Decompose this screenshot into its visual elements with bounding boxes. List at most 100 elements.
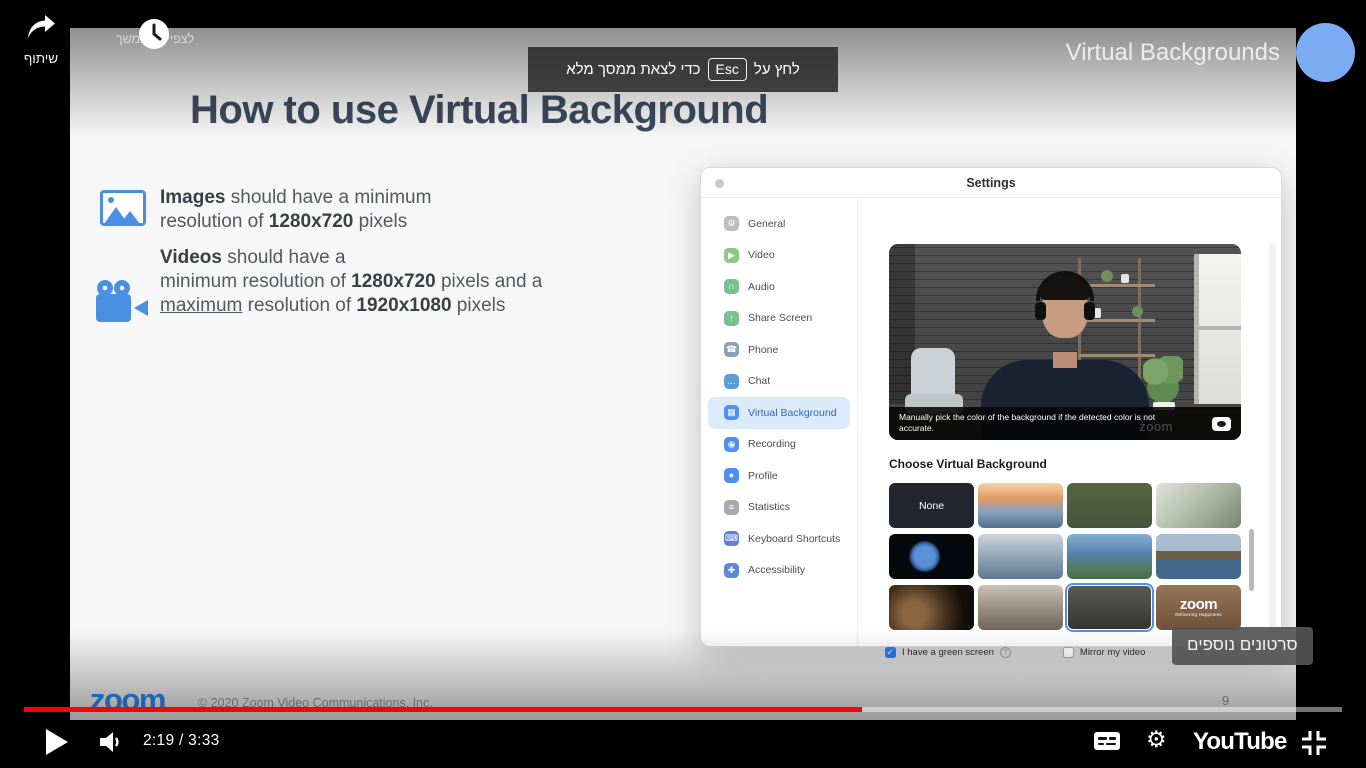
choose-virtual-background-heading: Choose Virtual Background (889, 457, 1047, 471)
share-screen-icon: ↑ (724, 311, 739, 326)
background-thumbnail-grid: None zoomDelivering Happiness (889, 483, 1241, 630)
gear-icon: ⚙ (724, 216, 739, 231)
youtube-logo[interactable]: YouTube (1193, 728, 1287, 756)
checkbox-i-have-a-green-screen[interactable] (885, 647, 896, 658)
settings-window: Settings ⚙ General ▶ Video ∩ Audio ↑ Share Scre… (700, 167, 1282, 647)
esc-key-badge: Esc (708, 58, 747, 81)
play-button[interactable] (46, 729, 68, 755)
image-icon (100, 190, 146, 226)
video-title[interactable]: Virtual Backgrounds (1066, 39, 1280, 67)
sidebar-item-label: Share Screen (748, 312, 812, 324)
accessibility-icon: ✚ (724, 563, 739, 578)
video-icon: ▶ (724, 248, 739, 263)
sidebar-item-profile[interactable]: ● Profile (708, 460, 850, 492)
time-display: 2:19 / 3:33 (143, 732, 220, 750)
background-thumbnail-nebula-space[interactable] (889, 585, 974, 630)
preview-caption-bar: Manually pick the color of the backgroun… (889, 407, 1241, 440)
help-icon[interactable]: ? (1000, 647, 1011, 658)
background-thumbnail-mountain-lake[interactable] (1156, 534, 1241, 579)
exit-fullscreen-icon[interactable] (1300, 729, 1328, 757)
more-videos-label: סרטונים נוספים (1187, 635, 1298, 654)
zoom-footer-logo: zoom (90, 682, 165, 718)
volume-icon[interactable] (100, 730, 128, 754)
share-label: שיתוף (8, 51, 74, 66)
background-thumbnail-golden-gate-bridge[interactable] (978, 483, 1063, 528)
webcam-preview: Manually pick the color of the backgroun… (889, 244, 1241, 440)
channel-avatar[interactable] (1296, 23, 1355, 82)
background-thumbnail-earth-space[interactable] (889, 534, 974, 579)
recording-icon: ◉ (724, 437, 739, 452)
watch-later-clock-icon (138, 18, 170, 50)
checkbox-label: Mirror my video (1080, 647, 1145, 658)
background-thumbnail-zoom-brand[interactable]: zoomDelivering Happiness (1156, 585, 1241, 630)
chat-icon: … (724, 374, 739, 389)
sidebar-item-label: Statistics (748, 501, 790, 513)
preview-window-prop (1194, 254, 1241, 404)
watch-later-button[interactable]: לצפייה בהמשך (95, 16, 215, 46)
thumbnail-label: None (889, 483, 974, 528)
settings-titlebar: Settings (701, 168, 1281, 198)
virtual-background-icon: ▦ (724, 405, 739, 420)
video-content[interactable]: How to use Virtual Background Images sho… (70, 28, 1296, 720)
settings-gear-icon[interactable]: ⚙ (1146, 726, 1167, 753)
sidebar-item-label: Chat (748, 375, 770, 387)
settings-sidebar: ⚙ General ▶ Video ∩ Audio ↑ Share Screen ☎ Phone …… (701, 199, 858, 646)
sidebar-item-keyboard-shortcuts[interactable]: ⌨ Keyboard Shortcuts (708, 523, 850, 555)
background-thumbnail-green-screen[interactable] (1067, 483, 1152, 528)
window-scrollbar[interactable] (1269, 244, 1276, 636)
profile-icon: ● (724, 468, 739, 483)
grid-scrollbar[interactable] (1249, 529, 1254, 591)
sidebar-item-audio[interactable]: ∩ Audio (708, 271, 850, 303)
zoom-watermark: zoom (1139, 419, 1173, 434)
subtitles-icon[interactable] (1094, 732, 1120, 750)
progress-played (24, 707, 862, 712)
youtube-fullscreen-player: How to use Virtual Background Images sho… (0, 0, 1366, 768)
sidebar-item-label: Virtual Background (748, 407, 837, 419)
sidebar-item-label: Recording (748, 438, 796, 450)
checkbox-label: I have a green screen (902, 647, 994, 658)
preview-plant-prop (1143, 356, 1183, 408)
headphones-icon: ∩ (724, 279, 739, 294)
keyboard-icon: ⌨ (724, 531, 739, 546)
sidebar-item-label: Profile (748, 470, 778, 482)
slide-page-number: 9 (1222, 693, 1229, 708)
sidebar-item-share-screen[interactable]: ↑ Share Screen (708, 303, 850, 335)
player-control-bar: 2:19 / 3:33 ⚙ YouTube (0, 720, 1366, 768)
sidebar-item-phone[interactable]: ☎ Phone (708, 334, 850, 366)
bullet-text-videos: Videos should have aminimum resolution o… (160, 246, 542, 318)
sidebar-item-label: Accessibility (748, 564, 805, 576)
zoom-brand-thumbnail-text: zoomDelivering Happiness (1156, 585, 1241, 630)
sidebar-item-chat[interactable]: … Chat (708, 366, 850, 398)
sidebar-item-video[interactable]: ▶ Video (708, 240, 850, 272)
sidebar-item-accessibility[interactable]: ✚ Accessibility (708, 555, 850, 587)
tooltip-suffix: כדי לצאת ממסך מלא (566, 61, 700, 78)
green-screen-options-row: I have a green screen? Mirror my video (885, 647, 1145, 658)
sidebar-item-general[interactable]: ⚙ General (708, 208, 850, 240)
sidebar-item-label: Audio (748, 281, 775, 293)
preview-chair-prop (911, 348, 955, 400)
sidebar-item-label: General (748, 218, 785, 230)
checkbox-mirror-my-video[interactable] (1063, 647, 1074, 658)
video-camera-icon (96, 280, 150, 332)
phone-icon: ☎ (724, 342, 739, 357)
sidebar-item-label: Keyboard Shortcuts (748, 533, 840, 545)
sidebar-item-label: Phone (748, 344, 778, 356)
background-thumbnail-brick-room[interactable] (1067, 585, 1152, 630)
sidebar-item-virtual-background[interactable]: ▦ Virtual Background (708, 397, 850, 429)
sidebar-item-label: Video (748, 249, 775, 261)
progress-bar[interactable] (24, 707, 1342, 712)
background-thumbnail-conference-room[interactable] (978, 585, 1063, 630)
sidebar-item-statistics[interactable]: ≡ Statistics (708, 492, 850, 524)
statistics-icon: ≡ (724, 500, 739, 515)
background-thumbnail-city-skyline[interactable] (978, 534, 1063, 579)
camera-toggle-icon[interactable] (1212, 417, 1231, 431)
sidebar-item-recording[interactable]: ◉ Recording (708, 429, 850, 461)
share-icon (26, 14, 56, 40)
background-thumbnail-none[interactable]: None (889, 483, 974, 528)
settings-window-title: Settings (701, 176, 1281, 190)
background-thumbnail-greenhouse-plants[interactable] (1156, 483, 1241, 528)
share-button[interactable]: שיתוף (8, 14, 74, 66)
tooltip-prefix: לחץ על (754, 61, 800, 78)
more-videos-button[interactable]: סרטונים נוספים (1172, 627, 1313, 665)
background-thumbnail-city-park-aerial[interactable] (1067, 534, 1152, 579)
